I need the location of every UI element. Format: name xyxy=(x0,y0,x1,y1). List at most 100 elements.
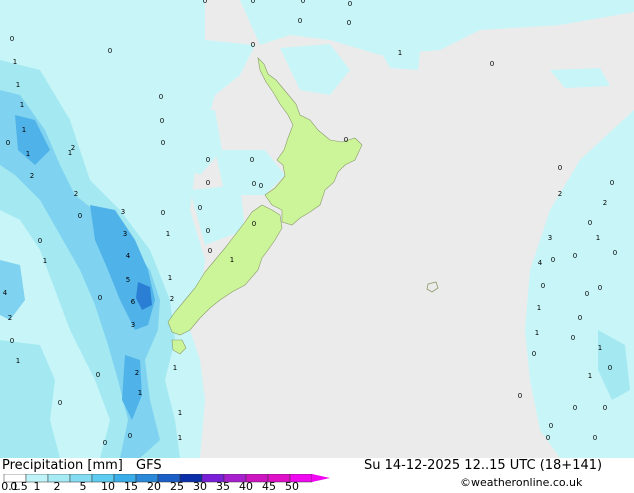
valid-time: Su 14-12-2025 12..15 UTC (18+141) xyxy=(364,458,603,473)
legend-tick-label: 20 xyxy=(147,480,161,493)
precip-value: 6 xyxy=(131,298,136,306)
precip-value: 0 xyxy=(6,139,10,147)
precip-value: 1 xyxy=(398,49,402,57)
precip-value: 1 xyxy=(173,364,177,372)
precip-value: 0 xyxy=(593,434,597,442)
precip-value: 0 xyxy=(159,93,163,101)
precip-value: 0 xyxy=(518,392,522,400)
precip-value: 0 xyxy=(551,256,555,264)
precip-value: 0 xyxy=(96,371,100,379)
precip-value: 0 xyxy=(78,212,82,220)
precip-value: 0 xyxy=(608,364,612,372)
precip-value: 1 xyxy=(16,357,20,365)
precip-value: 1 xyxy=(535,329,539,337)
precip-value: 0 xyxy=(251,0,255,5)
precip-value: 0 xyxy=(573,404,577,412)
precip-value: 0 xyxy=(558,164,562,172)
precip-value: 2 xyxy=(135,369,139,377)
precip-value: 4 xyxy=(3,289,8,297)
precip-value: 0 xyxy=(598,284,602,292)
precip-value: 1 xyxy=(168,274,172,282)
precip-value: 1 xyxy=(26,150,30,158)
legend-tick-label: 45 xyxy=(262,480,276,493)
precip-value: 0 xyxy=(344,136,348,144)
precip-value: 0 xyxy=(161,139,165,147)
precip-value: 0 xyxy=(10,337,14,345)
precip-value: 2 xyxy=(8,314,12,322)
precip-value: 0 xyxy=(108,47,112,55)
precip-value: 0 xyxy=(571,334,575,342)
precip-value: 0 xyxy=(198,204,202,212)
precip-value: 1 xyxy=(178,409,182,417)
precip-value: 0 xyxy=(128,432,132,440)
precip-value: 0 xyxy=(103,439,107,447)
legend-tick-label: 40 xyxy=(239,480,253,493)
product-label: Precipitation [mm] xyxy=(2,458,123,473)
precip-value: 0 xyxy=(206,156,210,164)
precip-value: 0 xyxy=(252,180,256,188)
precip-value: 3 xyxy=(123,230,127,238)
legend-tick-label: 15 xyxy=(124,480,138,493)
precip-value: 0 xyxy=(490,60,494,68)
precip-value: 0 xyxy=(161,209,165,217)
copyright-text: ©weatheronline.co.uk xyxy=(460,476,583,489)
precip-value: 0 xyxy=(10,35,14,43)
legend-tick-label: 0.5 xyxy=(10,480,28,493)
precip-value: 5 xyxy=(126,276,130,284)
precip-value: 2 xyxy=(558,190,562,198)
precip-value: 0 xyxy=(206,227,210,235)
legend-tick-label: 10 xyxy=(101,480,115,493)
precip-value: 0 xyxy=(38,237,42,245)
legend-colorbar xyxy=(3,474,330,483)
map-canvas: 0 0 0 0 0 0 0 0 1 1 1 1 2 1 2 2 0 0 3 3 1 4 1 5 6 2 3 0 1 0 4 2 1 1 2 1 1 1 0 0… xyxy=(0,0,634,458)
precip-value: 2 xyxy=(603,199,607,207)
precip-value: 0 xyxy=(578,314,582,322)
precip-value: 0 xyxy=(301,0,305,5)
precip-value: 1 xyxy=(178,434,182,442)
legend-overflow-arrow xyxy=(312,474,330,482)
precip-value: 0 xyxy=(348,0,352,8)
precip-value: 1 xyxy=(138,389,142,397)
model-label: GFS xyxy=(136,458,162,473)
precipitation-map: 0 0 0 0 0 0 0 0 1 1 1 1 2 1 2 2 0 0 3 3 1 4 1 5 6 2 3 0 1 0 4 2 1 1 2 1 1 1 0 0… xyxy=(0,0,634,458)
precip-value: 0 xyxy=(532,350,536,358)
precip-value: 1 xyxy=(537,304,541,312)
precip-value: 1 xyxy=(598,344,602,352)
legend-tick-label: 25 xyxy=(170,480,184,493)
map-footer: Precipitation [mm] GFS Su 14-12-2025 12.… xyxy=(0,458,634,493)
precip-value: 0 xyxy=(610,179,614,187)
legend-tick-label: 50 xyxy=(285,480,299,493)
precip-value: 0 xyxy=(546,434,550,442)
precip-value: 3 xyxy=(548,234,552,242)
precip-value: 2 xyxy=(170,295,174,303)
precip-value: 0 xyxy=(259,182,263,190)
precip-value: 0 xyxy=(347,19,351,27)
precip-value: 1 xyxy=(43,257,47,265)
precip-value: 3 xyxy=(121,208,125,216)
precip-value: 0 xyxy=(206,179,210,187)
precip-value: 1 xyxy=(166,230,170,238)
precip-value: 1 xyxy=(13,58,17,66)
precip-value: 4 xyxy=(538,259,543,267)
precip-value: 0 xyxy=(573,252,577,260)
precip-value: 0 xyxy=(250,156,254,164)
legend-tick-label: 1 xyxy=(33,480,41,493)
precip-value: 1 xyxy=(68,149,72,157)
legend-tick-label: 5 xyxy=(79,480,87,493)
precip-value: 0 xyxy=(298,17,302,25)
precip-value: 0 xyxy=(98,294,102,302)
precip-value: 0 xyxy=(252,220,256,228)
precip-value: 1 xyxy=(22,126,26,134)
precip-value: 0 xyxy=(203,0,207,5)
precip-value: 0 xyxy=(603,404,607,412)
legend-tick-label: 30 xyxy=(193,480,207,493)
precip-value: 0 xyxy=(208,247,212,255)
precip-value: 0 xyxy=(160,117,164,125)
precip-value: 1 xyxy=(20,101,24,109)
precip-value: 0 xyxy=(549,422,553,430)
precip-value: 1 xyxy=(230,256,234,264)
precip-value: 0 xyxy=(251,41,255,49)
precip-value: 0 xyxy=(541,282,545,290)
precip-value: 1 xyxy=(16,81,20,89)
precip-value: 0 xyxy=(585,290,589,298)
